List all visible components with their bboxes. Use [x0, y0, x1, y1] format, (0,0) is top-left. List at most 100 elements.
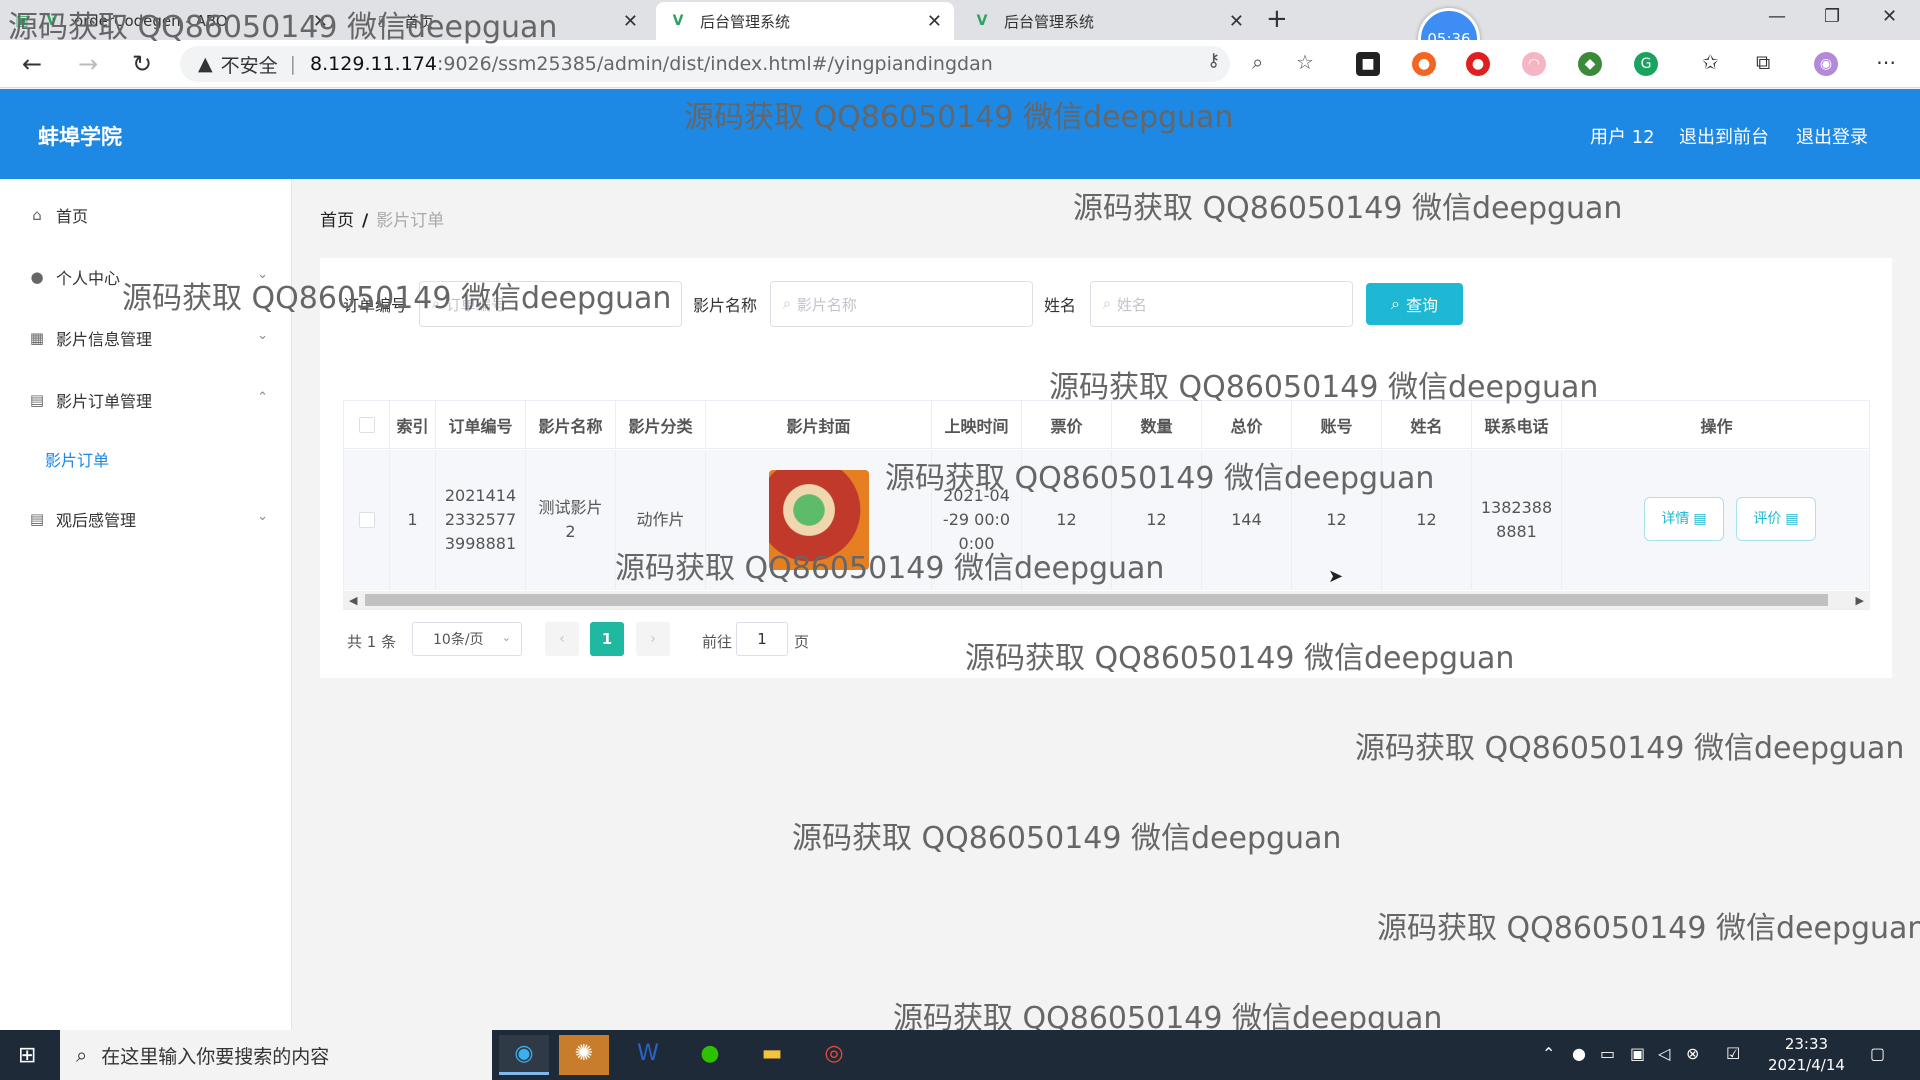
chevron-left-icon: ‹	[559, 631, 565, 647]
browser-tab-4[interactable]: V 后台管理系统 ✕	[960, 2, 1256, 40]
movie-name-input[interactable]: ⌕ 影片名称	[770, 281, 1033, 327]
query-button-label: 查询	[1405, 296, 1438, 315]
movie-name-label: 影片名称	[693, 296, 758, 315]
taskbar-clock[interactable]: 23:33 2021/4/14	[1768, 1034, 1845, 1076]
extension-icon[interactable]: G	[1634, 52, 1658, 76]
favorite-add-icon[interactable]: ☆	[1296, 50, 1314, 74]
sidebar-item-movie-info[interactable]: ▦ 影片信息管理 ⌄	[0, 310, 292, 366]
sidebar-item-movie-orders[interactable]: ▤ 影片订单管理 ⌃	[0, 372, 292, 428]
extension-icon[interactable]: ●	[1466, 52, 1490, 76]
extension-icon[interactable]: ◠	[1522, 52, 1546, 76]
volume-icon[interactable]: ◁	[1658, 1044, 1670, 1063]
page-size-value: 10条/页	[433, 632, 484, 648]
clipboard-icon: ▤	[29, 391, 45, 409]
detail-button-label: 详情	[1661, 511, 1690, 527]
chevron-up-icon: ⌃	[257, 390, 268, 405]
key-icon[interactable]: ⚷	[1207, 50, 1220, 71]
sidebar-subitem-movie-orders[interactable]: 影片订单	[0, 434, 292, 484]
network-icon[interactable]: ▣	[1630, 1044, 1645, 1063]
goto-page-input[interactable]: 1	[736, 622, 788, 656]
breadcrumb-home[interactable]: 首页	[320, 211, 354, 231]
watermark: 源码获取 QQ86050149 微信deepguan	[1377, 911, 1920, 946]
edge-app-icon[interactable]: ◉	[499, 1035, 549, 1075]
reload-icon[interactable]: ↻	[132, 50, 152, 78]
battery-icon[interactable]: ▭	[1600, 1044, 1615, 1063]
phone-line: 8881	[1496, 522, 1537, 541]
browser-tab-3[interactable]: V 后台管理系统 ✕	[656, 2, 954, 40]
taskbar-search-field[interactable]: ⌕ 在这里输入你要搜索的内容	[60, 1030, 492, 1080]
collections-icon[interactable]: ⧉	[1756, 50, 1770, 74]
taskbar-date: 2021/4/14	[1768, 1056, 1845, 1074]
windows-start-icon[interactable]: ⊞	[18, 1043, 36, 1068]
extension-icon[interactable]: ●	[1412, 52, 1436, 76]
select-all-checkbox[interactable]	[358, 417, 375, 433]
scroll-right-icon[interactable]: ▶	[1856, 594, 1864, 607]
favorites-icon[interactable]: ✩	[1702, 50, 1719, 74]
column-header: 上映时间	[932, 401, 1022, 449]
app-icon[interactable]: ✺	[559, 1035, 609, 1075]
back-icon[interactable]: ←	[22, 50, 42, 78]
name-input[interactable]: ⌕ 姓名	[1090, 281, 1353, 327]
page-number-button[interactable]: 1	[590, 622, 624, 656]
search-icon: ⌕	[76, 1043, 88, 1067]
sidebar-item-home[interactable]: ⌂ 首页	[0, 187, 292, 243]
profile-avatar[interactable]: ◉	[1814, 52, 1838, 76]
close-tab-icon[interactable]: ✕	[1229, 11, 1244, 32]
watermark: 源码获取 QQ86050149 微信deepguan	[885, 461, 1435, 496]
clipboard-icon: ▤	[29, 510, 45, 528]
window-close-icon[interactable]: ✕	[1882, 6, 1897, 27]
zoom-icon[interactable]: ⌕	[1252, 50, 1263, 74]
forward-icon[interactable]: →	[78, 50, 98, 78]
wechat-app-icon[interactable]: ●	[685, 1035, 735, 1075]
review-button[interactable]: 评价 ▤	[1736, 497, 1816, 541]
watermark: 源码获取 QQ86050149 微信deepguan	[615, 551, 1165, 586]
actions-cell: 详情 ▤ 评价 ▤	[1562, 450, 1869, 590]
restore-icon[interactable]: ❐	[1824, 6, 1840, 27]
scrollbar-thumb[interactable]	[365, 594, 1828, 606]
column-header: 账号	[1292, 401, 1382, 449]
mouse-cursor-icon: ➤	[1328, 566, 1344, 587]
url-field[interactable]: ▲ 不安全 | 8.129.11.174 :9026/ssm25385/admi…	[180, 46, 1230, 82]
prev-page-button[interactable]: ‹	[545, 622, 579, 656]
user-icon: ●	[30, 268, 44, 286]
checkbox-icon[interactable]: ☑	[1726, 1044, 1740, 1063]
scroll-left-icon[interactable]: ◀	[349, 594, 357, 607]
column-header: 索引	[390, 401, 436, 449]
extension-icon[interactable]: ■	[1356, 52, 1380, 76]
close-circle-icon[interactable]: ⊗	[1686, 1044, 1699, 1063]
close-tab-icon[interactable]: ✕	[623, 11, 638, 32]
horizontal-scrollbar[interactable]: ◀ ▶	[343, 591, 1870, 609]
chevron-up-icon[interactable]: ⌃	[1542, 1044, 1555, 1063]
search-icon: ⌕	[1103, 296, 1111, 312]
phone-line: 1382388	[1480, 498, 1553, 517]
taskbar-time: 23:33	[1784, 1035, 1829, 1053]
minimize-icon[interactable]: —	[1768, 6, 1786, 27]
sidebar-item-reviews[interactable]: ▤ 观后感管理 ⌄	[0, 491, 292, 547]
more-icon[interactable]: ⋯	[1876, 50, 1896, 74]
page-size-select[interactable]: 10条/页 ⌄	[412, 622, 522, 656]
back-to-front-link[interactable]: 退出到前台	[1679, 123, 1769, 149]
word-app-icon[interactable]: W	[623, 1035, 673, 1075]
order-no-line: 2021414	[444, 486, 517, 505]
tray-app-icon[interactable]: ●	[1572, 1044, 1586, 1063]
chrome-app-icon[interactable]: ◎	[809, 1035, 859, 1075]
notification-icon[interactable]: ▢	[1870, 1044, 1885, 1063]
column-header: 订单编号	[436, 401, 526, 449]
next-page-button[interactable]: ›	[636, 622, 670, 656]
address-bar: ← → ↻ ▲ 不安全 | 8.129.11.174 :9026/ssm2538…	[0, 40, 1920, 88]
new-tab-icon[interactable]: +	[1266, 4, 1288, 34]
home-icon: ⌂	[32, 206, 42, 224]
logout-link[interactable]: 退出登录	[1796, 123, 1868, 149]
chevron-down-icon: ⌄	[257, 509, 268, 524]
query-button[interactable]: ⌕ 查询	[1366, 283, 1463, 325]
close-tab-icon[interactable]: ✕	[927, 11, 942, 32]
detail-button[interactable]: 详情 ▤	[1644, 497, 1724, 541]
watermark: 源码获取 QQ86050149 微信deepguan	[684, 100, 1234, 135]
tab-title: 后台管理系统	[1004, 12, 1095, 31]
extension-icon[interactable]: ◆	[1578, 52, 1602, 76]
column-header: 票价	[1022, 401, 1112, 449]
sidebar-item-label: 影片信息管理	[56, 330, 153, 349]
file-explorer-icon[interactable]: ▬	[747, 1035, 797, 1075]
watermark: 源码获取 QQ86050149 微信deepguan	[792, 821, 1342, 856]
row-checkbox[interactable]	[358, 512, 375, 528]
